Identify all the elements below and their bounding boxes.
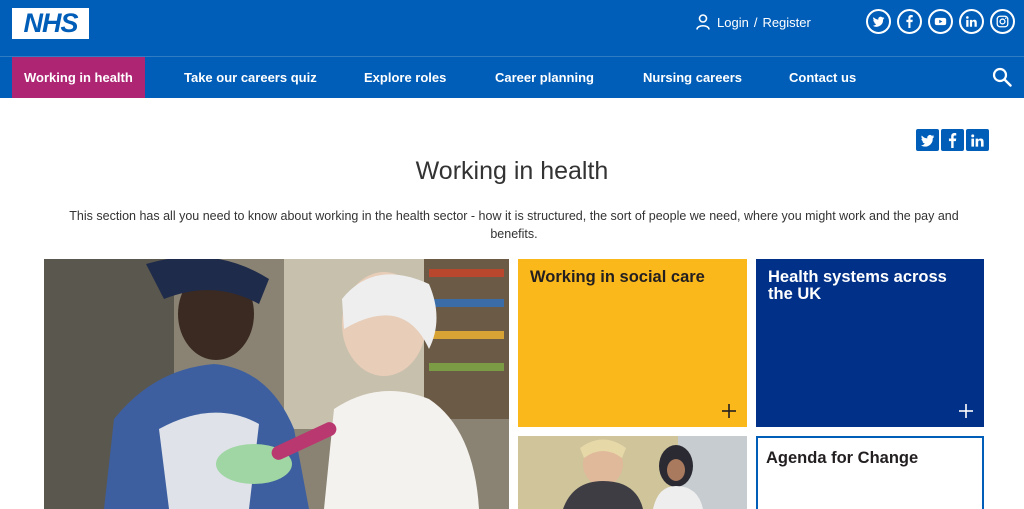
nav-working-in-health[interactable]: Working in health [12, 57, 145, 98]
tile-health-systems-title: Health systems across the UK [768, 268, 947, 303]
social-links [866, 9, 1015, 34]
twitter-icon[interactable] [866, 9, 891, 34]
nav-nursing-careers[interactable]: Nursing careers [643, 57, 742, 98]
user-icon [696, 14, 710, 30]
nav-careers-quiz[interactable]: Take our careers quiz [184, 57, 317, 98]
tile-agenda-title: Agenda for Change [766, 449, 919, 467]
tile-working-in-social-care[interactable]: Working in social care [518, 259, 747, 427]
tile-social-care-title: Working in social care [530, 268, 705, 286]
login-link[interactable]: Login [717, 15, 749, 30]
tile-photo[interactable] [518, 436, 747, 509]
youtube-icon[interactable] [928, 9, 953, 34]
top-header: NHS Login / Register [0, 0, 1024, 56]
linkedin-icon[interactable] [959, 9, 984, 34]
register-link[interactable]: Register [762, 15, 810, 30]
instagram-icon[interactable] [990, 9, 1015, 34]
nav-explore-roles[interactable]: Explore roles [364, 57, 446, 98]
nav-contact-us[interactable]: Contact us [789, 57, 856, 98]
search-icon[interactable] [992, 67, 1012, 87]
hero-illustration [44, 259, 509, 509]
share-buttons [916, 129, 989, 151]
main-nav: Working in health Take our careers quiz … [0, 56, 1024, 98]
linkedin-icon[interactable] [966, 129, 989, 151]
logo-text: NHS [23, 8, 78, 38]
intro-text: This section has all you need to know ab… [69, 209, 959, 241]
login-register: Login / Register [696, 13, 811, 31]
nav-career-planning[interactable]: Career planning [495, 57, 594, 98]
tile-health-systems[interactable]: Health systems across the UK [756, 259, 984, 427]
hero-image[interactable] [44, 259, 509, 509]
plus-icon [722, 404, 736, 418]
plus-icon [959, 404, 973, 418]
facebook-icon[interactable] [897, 9, 922, 34]
page-title: Working in health [415, 157, 609, 185]
nhs-logo[interactable]: NHS [12, 8, 89, 39]
tile-agenda-for-change[interactable]: Agenda for Change [756, 436, 984, 509]
login-separator: / [753, 14, 758, 30]
facebook-icon[interactable] [941, 129, 964, 151]
tile-photo-illustration [518, 436, 747, 509]
twitter-icon[interactable] [916, 129, 939, 151]
